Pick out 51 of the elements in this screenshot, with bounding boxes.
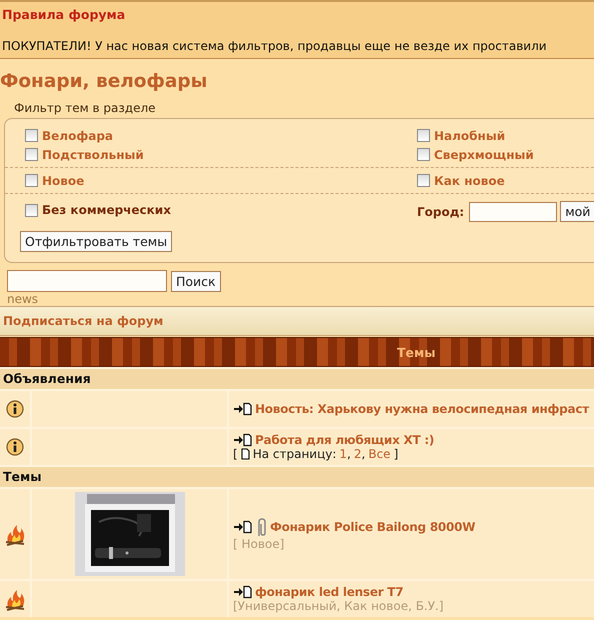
checkbox-label[interactable]: Новое (42, 174, 84, 188)
subscribe-link[interactable]: Подписаться на форум (0, 306, 594, 336)
news-link[interactable]: news (7, 292, 38, 306)
city-field[interactable] (469, 202, 558, 222)
section-header: Темы (0, 465, 594, 487)
checkbox-label[interactable]: Велофара (42, 128, 114, 142)
checkbox[interactable] (25, 129, 38, 142)
pages-label: На страницу: (252, 447, 336, 461)
my-city-button[interactable]: мой (560, 201, 594, 222)
bracket: ] (394, 447, 398, 461)
topic-link[interactable]: фонарик led lenser T7 (255, 585, 404, 599)
bracket: [ (233, 447, 238, 461)
topic-tags: [Универсальный, Как новое, Б.У.] (233, 599, 444, 613)
page-link[interactable]: 1 (339, 447, 348, 461)
forum-title: Фонари, велофары (0, 71, 208, 92)
checkbox-label[interactable]: Без коммерческих (42, 203, 171, 217)
arrow-page-icon (233, 402, 252, 416)
city-label: Город: (417, 204, 464, 218)
topic-link[interactable]: Фонарик Police Bailong 8000W (270, 520, 476, 534)
info-icon (6, 438, 24, 456)
checkbox[interactable] (25, 174, 38, 187)
arrow-page-icon (233, 433, 252, 447)
page-link[interactable]: Все (368, 447, 391, 461)
checkbox-label[interactable]: Налобный (434, 128, 506, 142)
rules-link[interactable]: Правила форума (2, 7, 126, 22)
flame-icon (4, 522, 26, 546)
section-header: Объявления (0, 367, 594, 389)
checkbox[interactable] (25, 148, 38, 161)
info-icon (6, 400, 24, 418)
checkbox-label[interactable]: Сверхмощный (434, 148, 534, 162)
separator: , (347, 447, 351, 461)
arrow-page-icon (233, 520, 252, 534)
topic-link[interactable]: Работа для любящих XT :) (255, 433, 434, 447)
search-field[interactable] (7, 270, 167, 292)
checkbox[interactable] (417, 129, 430, 142)
checkbox[interactable] (417, 148, 430, 161)
checkbox-label[interactable]: Как новое (434, 174, 505, 188)
page-link[interactable]: 2 (354, 447, 362, 461)
flame-icon (4, 588, 26, 610)
separator: , (362, 447, 366, 461)
arrow-page-icon (233, 585, 252, 599)
checkbox[interactable] (25, 204, 38, 216)
filter-button[interactable]: Отфильтровать темы (20, 231, 172, 252)
column-heading: Темы (397, 344, 436, 360)
topic-tags: [ Новое] (233, 536, 284, 550)
checkbox-label[interactable]: Подствольный (42, 148, 144, 162)
announcement-text: ПОКУПАТЕЛИ! У нас новая система фильтров, продавцы еще не везде их проставили (2, 39, 547, 53)
search-button[interactable]: Поиск (171, 270, 221, 292)
checkbox[interactable] (417, 174, 430, 187)
filter-label: Фильтр тем в разделе (14, 101, 156, 115)
page-icon (240, 448, 250, 460)
